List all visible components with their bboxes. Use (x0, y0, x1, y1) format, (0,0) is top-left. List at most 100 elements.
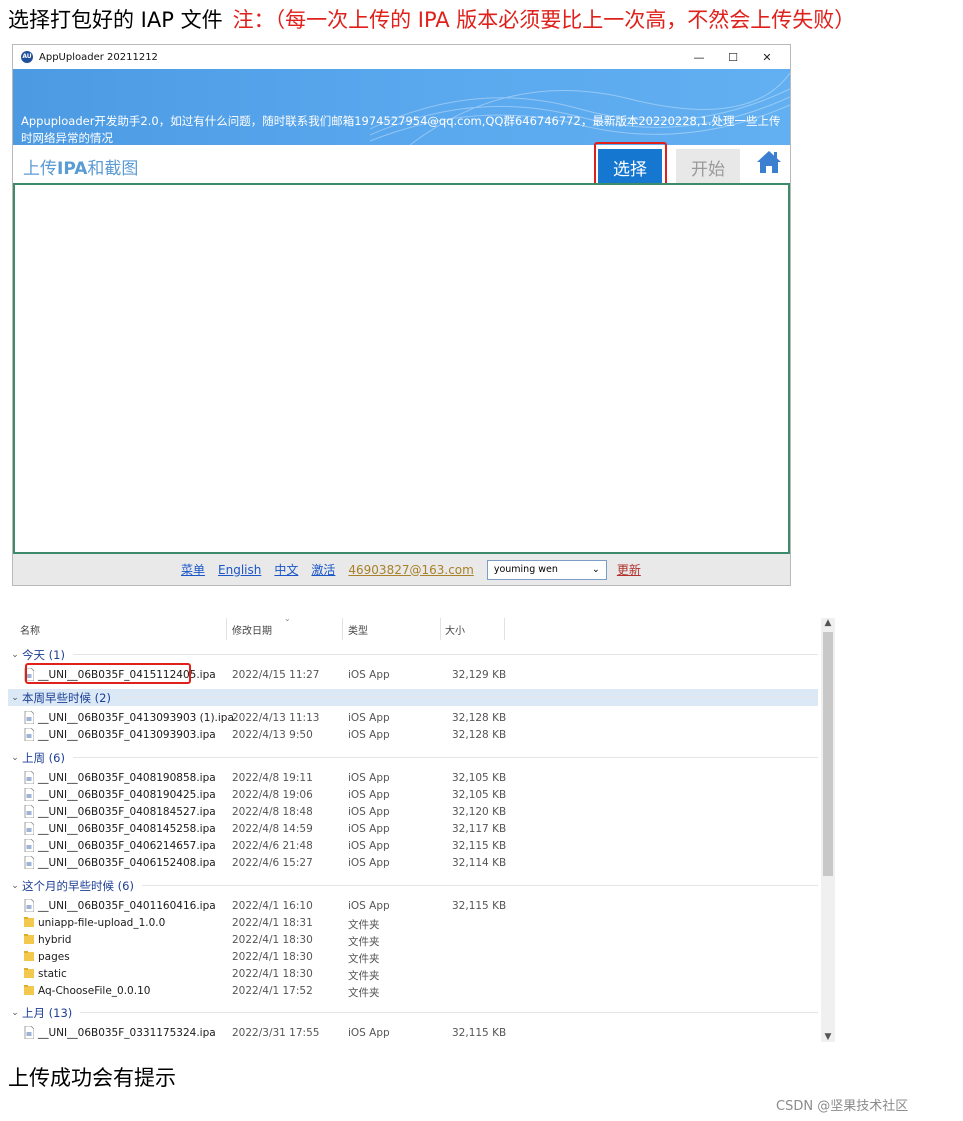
folder-icon (24, 985, 34, 995)
email-link[interactable]: 46903827@163.com (348, 563, 473, 577)
file-name: uniapp-file-upload_1.0.0 (38, 917, 166, 929)
file-row[interactable]: pages 2022/4/1 18:30 文件夹 (8, 949, 818, 966)
file-size: 32,128 KB (452, 712, 507, 724)
file-icon (24, 805, 34, 818)
group-header[interactable]: ⌄ 这个月的早些时候 (6) (8, 877, 818, 894)
upload-title: 上传IPA和截图 (23, 154, 138, 179)
file-date: 2022/4/8 14:59 (232, 823, 313, 835)
column-header-size[interactable]: 大小 (445, 622, 465, 637)
file-date: 2022/4/1 17:52 (232, 985, 313, 997)
instruction-note: 注：（每一次上传的 IPA 版本必须要比上一次高，不然会上传失败） (232, 8, 856, 32)
file-row[interactable]: __UNI__06B035F_0408184527.ipa 2022/4/8 18… (8, 804, 818, 821)
file-name: pages (38, 951, 70, 963)
account-select[interactable]: youming wen ⌄ (486, 559, 607, 580)
file-highlight-box (25, 663, 191, 684)
file-type: iOS App (348, 772, 390, 784)
folder-icon (24, 968, 34, 978)
file-type: iOS App (348, 806, 390, 818)
file-name: __UNI__06B035F_0408190425.ipa (38, 789, 216, 801)
file-drop-area[interactable] (13, 183, 790, 554)
toolbar: 上传IPA和截图 选择 开始 (13, 145, 790, 185)
update-link[interactable]: 更新 (617, 561, 641, 578)
file-row[interactable]: hybrid 2022/4/1 18:30 文件夹 (8, 932, 818, 949)
group-divider (80, 1012, 818, 1013)
file-row[interactable]: __UNI__06B035F_0408145258.ipa 2022/4/8 14… (8, 821, 818, 838)
column-header-name[interactable]: 名称 (20, 622, 40, 637)
file-type: 文件夹 (348, 970, 380, 982)
chinese-link[interactable]: 中文 (274, 561, 298, 578)
appuploader-window: AU AppUploader 20211212 — ☐ ✕ Appuploade… (12, 44, 791, 586)
file-name: __UNI__06B035F_0408190858.ipa (38, 772, 216, 784)
file-date: 2022/4/6 15:27 (232, 857, 313, 869)
activate-link[interactable]: 激活 (311, 561, 335, 578)
file-type: iOS App (348, 823, 390, 835)
group-header[interactable]: ⌄ 上周 (6) (8, 749, 818, 766)
file-row[interactable]: static 2022/4/1 18:30 文件夹 (8, 966, 818, 983)
scroll-up-icon[interactable]: ▲ (821, 618, 835, 628)
group-header[interactable]: ⌄ 本周早些时候 (2) (8, 689, 818, 706)
english-link[interactable]: English (218, 563, 261, 577)
maximize-button[interactable]: ☐ (716, 45, 750, 69)
file-type: 文件夹 (348, 936, 380, 948)
file-row[interactable]: __UNI__06B035F_0406152408.ipa 2022/4/6 15… (8, 855, 818, 872)
group-label: 上周 (6) (22, 750, 65, 765)
success-hint-text: 上传成功会有提示 (8, 1066, 176, 1090)
chevron-down-icon[interactable]: ⌄ (8, 753, 22, 763)
file-type: iOS App (348, 729, 390, 741)
file-date: 2022/4/8 19:06 (232, 789, 313, 801)
minimize-button[interactable]: — (682, 45, 716, 69)
file-date: 2022/4/1 18:31 (232, 917, 313, 929)
file-row[interactable]: __UNI__06B035F_0331175324.ipa 2022/3/31 1… (8, 1025, 818, 1042)
group-label: 上月 (13) (22, 1005, 73, 1020)
close-button[interactable]: ✕ (750, 45, 784, 69)
window-title: AppUploader 20211212 (39, 51, 158, 63)
file-date: 2022/3/31 17:55 (232, 1027, 320, 1039)
file-row[interactable]: Aq-ChooseFile_0.0.10 2022/4/1 17:52 文件夹 (8, 983, 818, 1000)
group-label: 今天 (1) (22, 647, 65, 662)
column-divider (226, 618, 227, 640)
file-row[interactable]: __UNI__06B035F_0406214657.ipa 2022/4/6 21… (8, 838, 818, 855)
menu-link[interactable]: 菜单 (181, 561, 205, 578)
start-button[interactable]: 开始 (676, 149, 740, 185)
file-name: hybrid (38, 934, 72, 946)
chevron-down-icon[interactable]: ⌄ (8, 650, 22, 660)
group-header[interactable]: ⌄ 上月 (13) (8, 1004, 818, 1021)
file-explorer: 名称 ⌄ 修改日期 类型 大小 ⌄ 今天 (1) __UNI__06B035F_04… (8, 612, 836, 1044)
group-header[interactable]: ⌄ 今天 (1) (8, 646, 818, 663)
vertical-scrollbar[interactable]: ▲ ▼ (821, 618, 835, 1042)
file-size: 32,115 KB (452, 840, 507, 852)
group-divider (72, 757, 818, 758)
chevron-down-icon[interactable]: ⌄ (8, 881, 22, 891)
file-row[interactable]: __UNI__06B035F_0401160416.ipa 2022/4/1 16… (8, 898, 818, 915)
folder-icon (24, 951, 34, 961)
scrollbar-thumb[interactable] (823, 632, 833, 876)
file-type: 文件夹 (348, 919, 380, 931)
file-icon (24, 856, 34, 869)
chevron-down-icon[interactable]: ⌄ (8, 1008, 22, 1018)
file-name: static (38, 968, 67, 980)
folder-icon (24, 917, 34, 927)
column-divider (440, 618, 441, 640)
file-date: 2022/4/8 18:48 (232, 806, 313, 818)
file-type: iOS App (348, 900, 390, 912)
file-row[interactable]: __UNI__06B035F_0413093903 (1).ipa 2022/4/… (8, 710, 818, 727)
file-row[interactable]: __UNI__06B035F_0413093903.ipa 2022/4/13 9… (8, 727, 818, 744)
file-date: 2022/4/1 18:30 (232, 968, 313, 980)
home-icon[interactable] (755, 149, 783, 175)
title-bar: AU AppUploader 20211212 — ☐ ✕ (13, 45, 790, 69)
file-row[interactable]: __UNI__06B035F_0408190425.ipa 2022/4/8 19… (8, 787, 818, 804)
file-row[interactable]: uniapp-file-upload_1.0.0 2022/4/1 18:31 文件… (8, 915, 818, 932)
chevron-down-icon[interactable]: ⌄ (8, 693, 22, 703)
file-size: 32,120 KB (452, 806, 507, 818)
file-size: 32,129 KB (452, 669, 507, 681)
scroll-down-icon[interactable]: ▼ (821, 1032, 835, 1042)
info-banner: Appuploader开发助手2.0，如过有什么问题，随时联系我们邮箱19745… (13, 69, 790, 145)
column-header-date[interactable]: 修改日期 (232, 622, 272, 637)
file-icon (24, 711, 34, 724)
column-header-type[interactable]: 类型 (348, 622, 368, 637)
banner-text: Appuploader开发助手2.0，如过有什么问题，随时联系我们邮箱19745… (21, 114, 781, 145)
file-icon (24, 771, 34, 784)
file-name: __UNI__06B035F_0401160416.ipa (38, 900, 216, 912)
file-row[interactable]: __UNI__06B035F_0408190858.ipa 2022/4/8 19… (8, 770, 818, 787)
watermark: CSDN @坚果技术社区 (776, 1099, 909, 1114)
